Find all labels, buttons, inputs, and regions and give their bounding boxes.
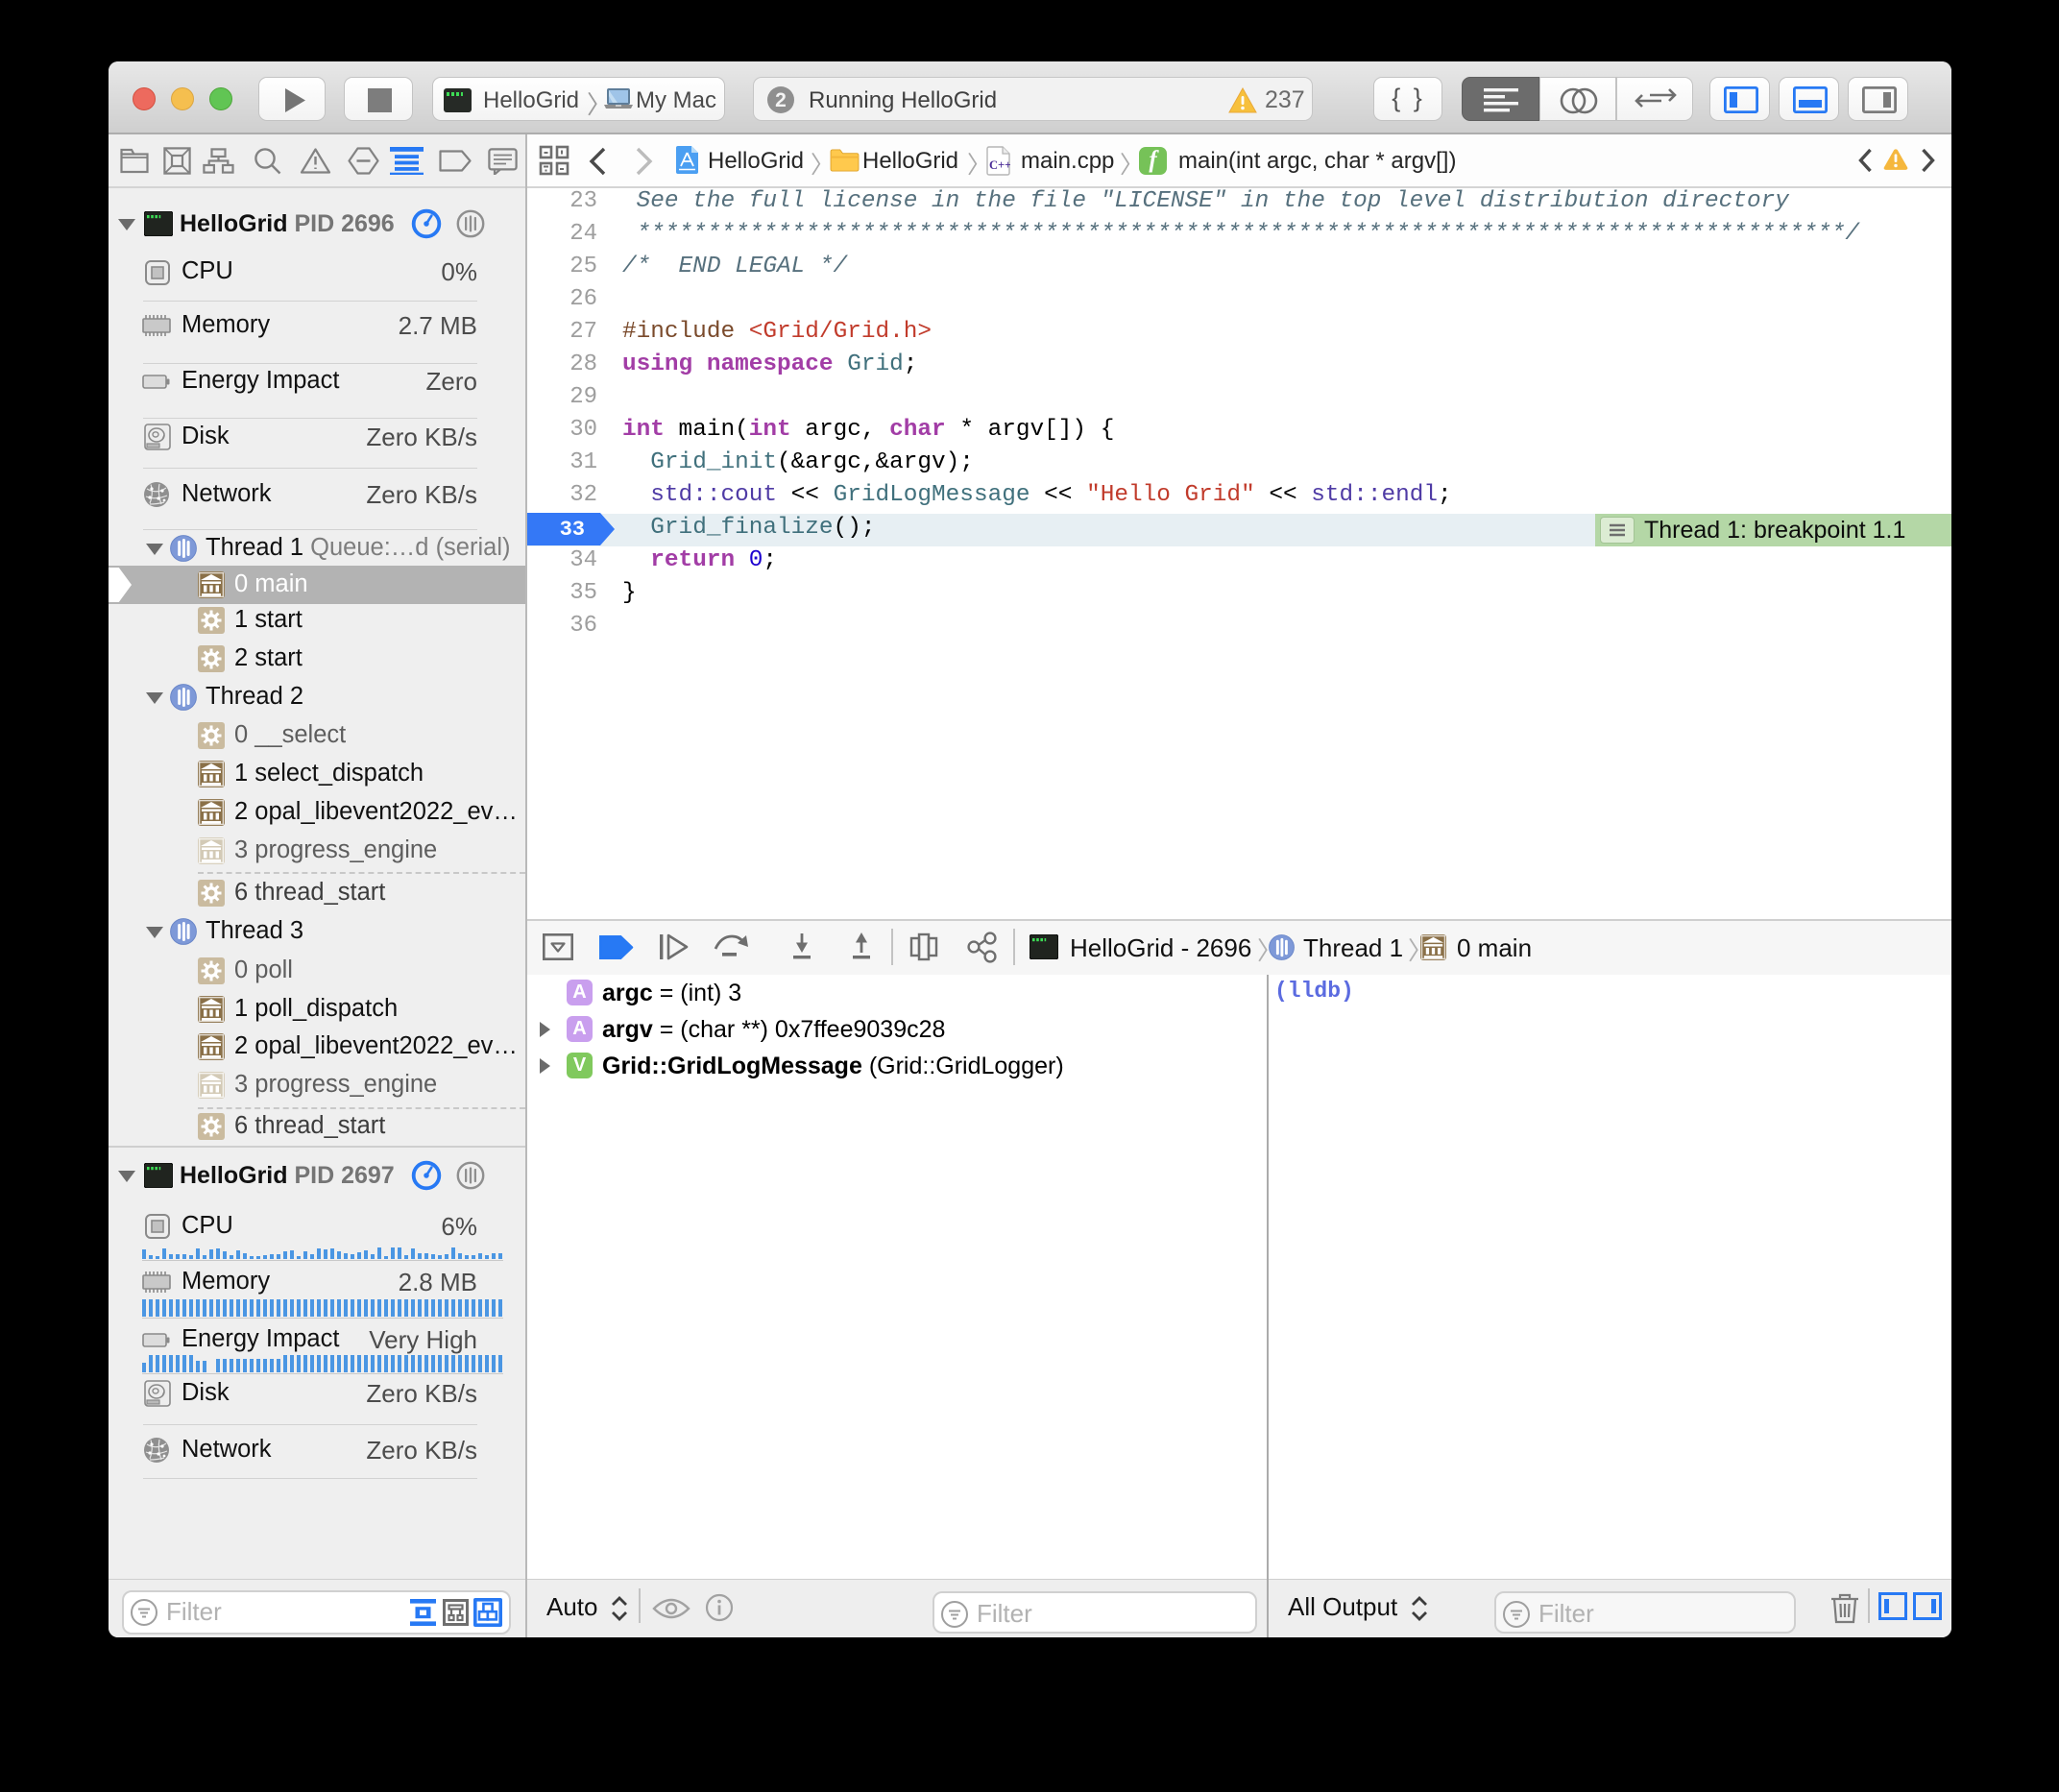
svg-text:C++: C++	[989, 158, 1010, 172]
